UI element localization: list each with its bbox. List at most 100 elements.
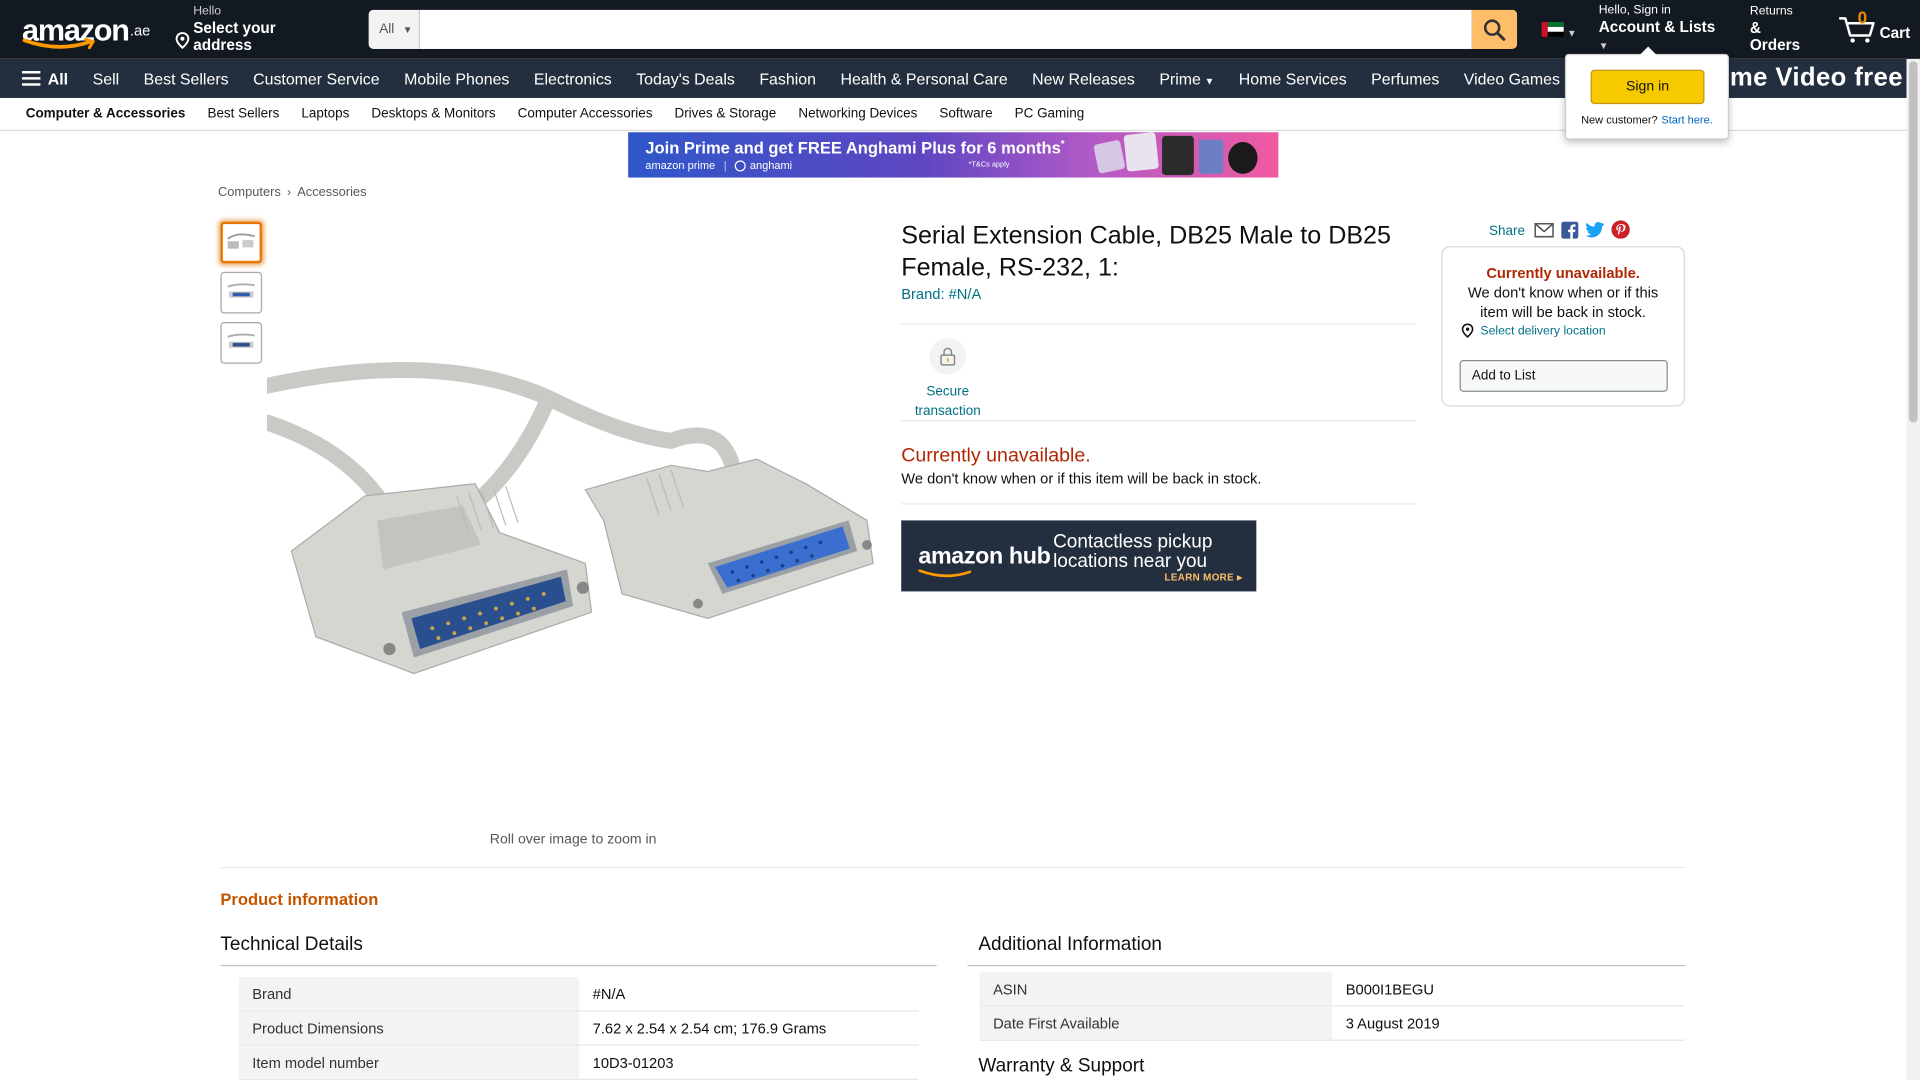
table-row: Item model number 10D3-01203	[238, 1045, 919, 1080]
subnav-computer-accessories[interactable]: Computer Accessories	[518, 107, 653, 122]
subnav-pc-gaming[interactable]: PC Gaming	[1015, 107, 1085, 122]
warranty-support-heading: Warranty & Support	[978, 1055, 1145, 1077]
delivery-location[interactable]: Hello Select your address	[170, 0, 339, 59]
banner-headline: Join Prime and get FREE Anghami Plus for…	[645, 138, 1064, 157]
cart-count: 0	[1857, 7, 1868, 27]
anghami-icon	[735, 159, 747, 171]
share-bar: Share	[1489, 220, 1638, 242]
nav-belt: amazon .ae Hello Select your address All…	[0, 0, 1920, 59]
search-input[interactable]	[419, 9, 1472, 49]
subnav-drives-storage[interactable]: Drives & Storage	[674, 107, 776, 122]
nav-fashion[interactable]: Fashion	[759, 69, 816, 87]
account-label: Account & Lists	[1598, 18, 1716, 36]
spec-value: 7.62 x 2.54 x 2.54 cm; 176.9 Grams	[592, 1019, 827, 1037]
nav-prime[interactable]: Prime ▼	[1159, 69, 1214, 87]
subnav-computer-accessories-home[interactable]: Computer & Accessories	[26, 107, 186, 122]
pinterest-icon[interactable]	[1611, 220, 1631, 242]
amazon-logo[interactable]: amazon .ae	[15, 5, 158, 54]
section-divider	[220, 866, 1685, 869]
nav-electronics[interactable]: Electronics	[534, 69, 612, 87]
location-pin-icon	[1461, 323, 1474, 338]
table-row: Date First Available 3 August 2019	[979, 1006, 1685, 1041]
spec-key: Brand	[238, 977, 580, 1011]
new-customer-text: New customer? Start here.	[1566, 114, 1728, 126]
banner-separator: |	[723, 159, 727, 172]
prime-anghami-banner[interactable]: Join Prime and get FREE Anghami Plus for…	[628, 132, 1279, 178]
divider	[901, 420, 1416, 422]
page-scrollbar[interactable]	[1906, 58, 1920, 1080]
search-category-dropdown[interactable]: All ▼	[368, 9, 420, 49]
cart[interactable]: 0 Cart	[1838, 7, 1910, 44]
thumbnail-1[interactable]	[220, 221, 263, 264]
signin-button[interactable]: Sign in	[1590, 69, 1705, 105]
start-here-link[interactable]: Start here.	[1661, 114, 1712, 126]
thumbnail-2[interactable]	[220, 271, 263, 314]
twitter-icon[interactable]	[1586, 221, 1605, 242]
banner-album-covers	[1084, 132, 1279, 177]
chevron-down-icon: ▼	[1598, 40, 1609, 52]
account-lists[interactable]: Hello, Sign in Account & Lists ▼	[1599, 4, 1726, 55]
nav-perfumes[interactable]: Perfumes	[1371, 69, 1439, 87]
product-information-heading: Product information	[220, 890, 379, 909]
spec-value: 10D3-01203	[592, 1053, 674, 1071]
smile-icon	[918, 569, 972, 578]
subnav-networking-devices[interactable]: Networking Devices	[798, 107, 917, 122]
nav-mobile-phones[interactable]: Mobile Phones	[404, 69, 509, 87]
lock-icon	[929, 337, 967, 375]
nav-best-sellers[interactable]: Best Sellers	[144, 69, 229, 87]
all-menu-label: All	[47, 69, 69, 88]
flyout-arrow	[1639, 46, 1657, 56]
product-title: Serial Extension Cable, DB25 Male to DB2…	[901, 221, 1391, 282]
nav-customer-service[interactable]: Customer Service	[253, 69, 380, 87]
search-button[interactable]	[1471, 9, 1517, 49]
chevron-down-icon: ▼	[402, 23, 413, 35]
subnav-software[interactable]: Software	[939, 107, 992, 122]
brand-link[interactable]: Brand: #N/A	[901, 285, 981, 302]
buybox-availability: Currently unavailable.	[1486, 264, 1640, 282]
returns-orders[interactable]: Returns & Orders	[1750, 5, 1814, 54]
buybox-message: We don't know when or if this item will …	[1467, 284, 1659, 321]
amazon-hub-ad[interactable]: amazon hub Contactless pickup locations …	[901, 520, 1257, 592]
subnav-best-sellers[interactable]: Best Sellers	[207, 107, 279, 122]
all-menu-button[interactable]: All	[22, 69, 69, 88]
nav-health-personal-care[interactable]: Health & Personal Care	[840, 69, 1007, 87]
new-customer-label: New customer?	[1581, 113, 1658, 127]
thumbnail-3[interactable]	[220, 322, 263, 364]
facebook-icon[interactable]	[1561, 221, 1579, 242]
spec-key: Date First Available	[979, 1006, 1333, 1040]
scrollbar-thumb[interactable]	[1908, 61, 1918, 423]
breadcrumb-accessories[interactable]: Accessories	[297, 185, 366, 200]
nav-new-releases[interactable]: New Releases	[1032, 69, 1135, 87]
nav-sell[interactable]: Sell	[93, 69, 120, 87]
product-main-image[interactable]	[266, 349, 879, 704]
share-label: Share	[1488, 224, 1525, 239]
subnav-laptops[interactable]: Laptops	[301, 107, 349, 122]
subnav-desktops-monitors[interactable]: Desktops & Monitors	[371, 107, 495, 122]
divider	[967, 964, 1685, 967]
hub-logo: amazon hub	[918, 543, 1051, 570]
nav-home-services[interactable]: Home Services	[1239, 69, 1347, 87]
search-icon	[1483, 18, 1505, 41]
select-delivery-location-link[interactable]: Select delivery location	[1461, 323, 1606, 338]
nav-todays-deals[interactable]: Today's Deals	[636, 69, 735, 87]
location-pin-icon	[175, 32, 190, 53]
banner-headline-text: Join Prime and get FREE Anghami Plus for…	[645, 138, 1061, 158]
email-icon[interactable]	[1534, 222, 1555, 240]
hub-learn-more: LEARN MORE ▸	[1164, 571, 1243, 583]
signin-flyout: Sign in New customer? Start here.	[1564, 46, 1729, 140]
location-greeting: Hello	[193, 4, 222, 19]
availability-status: Currently unavailable.	[901, 445, 1091, 467]
breadcrumb-computers[interactable]: Computers	[218, 185, 281, 200]
divider	[220, 964, 937, 967]
spec-key: Item model number	[238, 1045, 580, 1079]
location-address: Select your address	[193, 19, 276, 54]
language-selector[interactable]: ▼	[1541, 20, 1577, 39]
add-to-list-button[interactable]: Add to List	[1459, 360, 1668, 392]
secure-transaction-badge[interactable]: Secure transaction	[901, 337, 994, 421]
divider	[901, 323, 1416, 325]
banner-tc: *T&Cs apply	[968, 161, 1010, 169]
prime-video-promo[interactable]: me Video free	[1730, 64, 1920, 93]
nav-video-games[interactable]: Video Games	[1464, 69, 1560, 87]
divider	[901, 503, 1416, 505]
spec-value: B000I1BEGU	[1345, 980, 1434, 998]
